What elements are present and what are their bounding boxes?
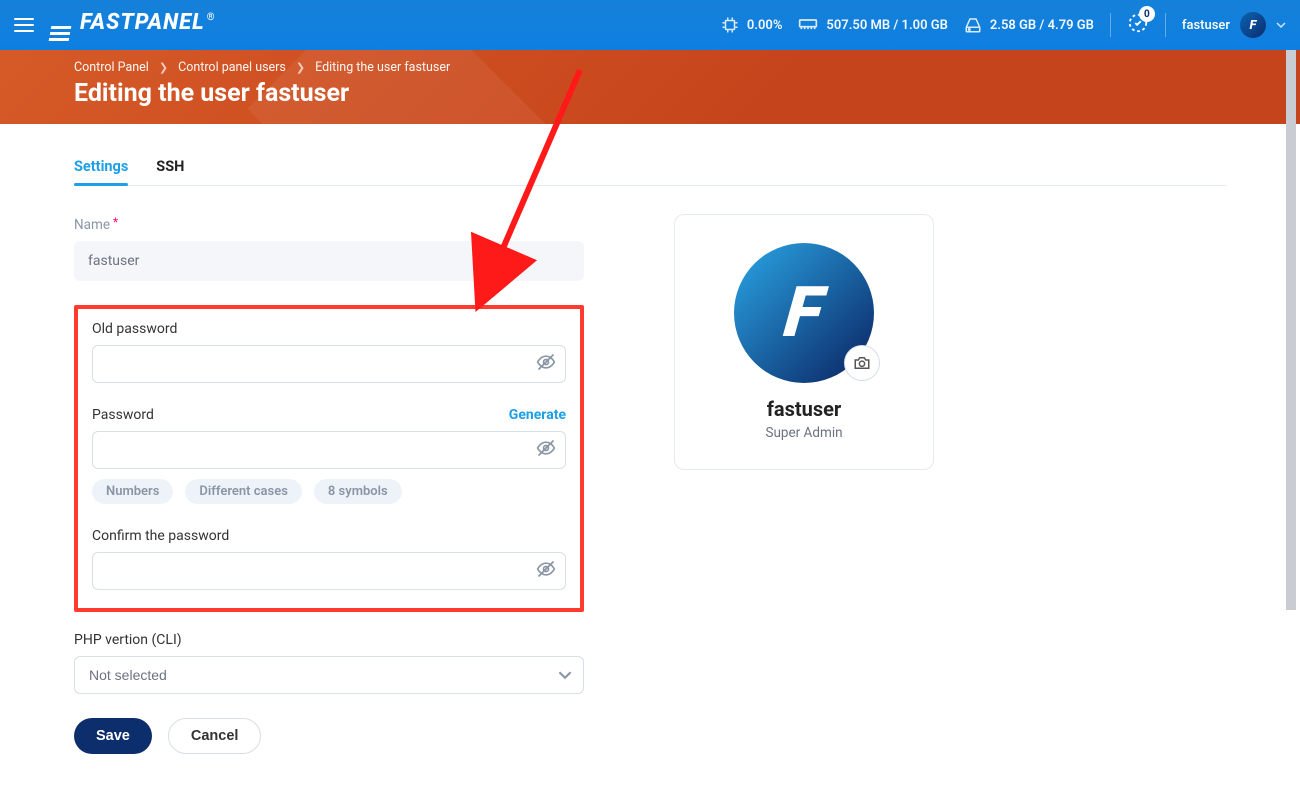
camera-icon xyxy=(853,354,871,372)
chevron-right-icon: ❯ xyxy=(296,61,305,74)
name-field: Name* fastuser xyxy=(74,214,584,281)
breadcrumb-item[interactable]: Control panel users xyxy=(178,60,286,75)
ram-stat[interactable]: 507.50 MB / 1.00 GB xyxy=(798,18,947,33)
ram-icon xyxy=(798,18,818,32)
old-password-input[interactable] xyxy=(92,345,566,383)
page-header: Control Panel ❯ Control panel users ❯ Ed… xyxy=(0,50,1300,124)
current-user-menu[interactable]: fastuser F xyxy=(1182,12,1286,38)
brand-logo[interactable]: FASTPANEL® xyxy=(50,10,216,41)
brand-mark: ® xyxy=(207,12,216,23)
toggle-visibility-icon[interactable] xyxy=(536,438,556,462)
topbar-separator xyxy=(1110,13,1111,37)
tab-ssh[interactable]: SSH xyxy=(156,148,184,185)
notif-badge: 0 xyxy=(1139,6,1155,22)
logo-stripes-icon xyxy=(49,26,72,41)
cpu-icon xyxy=(721,16,739,34)
ram-value: 507.50 MB / 1.00 GB xyxy=(826,18,947,33)
menu-icon[interactable] xyxy=(14,18,34,32)
tabs: Settings SSH xyxy=(74,148,1226,186)
name-input: fastuser xyxy=(74,241,584,281)
disk-value: 2.58 GB / 4.79 GB xyxy=(990,18,1094,33)
page-title: Editing the user fastuser xyxy=(74,79,1226,108)
toggle-visibility-icon[interactable] xyxy=(536,559,556,583)
password-field: Password Generate Numbers Different case… xyxy=(92,407,566,504)
chip-symbols: 8 symbols xyxy=(314,479,402,504)
chip-cases: Different cases xyxy=(185,479,301,504)
confirm-password-field: Confirm the password xyxy=(92,528,566,590)
breadcrumb-item[interactable]: Control Panel xyxy=(74,60,149,75)
card-user-name: fastuser xyxy=(695,397,913,421)
user-avatar: F xyxy=(734,243,874,383)
cancel-button[interactable]: Cancel xyxy=(168,718,262,754)
field-label: Name xyxy=(74,217,110,233)
field-label: Old password xyxy=(92,321,566,337)
cpu-value: 0.00% xyxy=(747,18,783,33)
cpu-stat[interactable]: 0.00% xyxy=(721,16,783,34)
brand-text: FASTPANEL xyxy=(80,10,205,35)
toggle-visibility-icon[interactable] xyxy=(536,352,556,376)
card-user-role: Super Admin xyxy=(695,425,913,441)
password-section-highlight: Old password Password Generate xyxy=(74,305,584,612)
field-label: Confirm the password xyxy=(92,528,566,544)
settings-form: Name* fastuser Old password xyxy=(74,214,584,754)
avatar-letter: F xyxy=(781,272,827,354)
chevron-right-icon: ❯ xyxy=(159,61,168,74)
change-avatar-button[interactable] xyxy=(844,345,880,381)
chip-numbers: Numbers xyxy=(92,479,173,504)
disk-icon xyxy=(964,16,982,34)
php-field: PHP vertion (CLI) xyxy=(74,632,584,694)
password-input[interactable] xyxy=(92,431,566,469)
vertical-scrollbar[interactable] xyxy=(1284,50,1298,800)
save-button[interactable]: Save xyxy=(74,718,152,754)
php-select[interactable] xyxy=(74,656,584,694)
content: Settings SSH Name* fastuser Old password xyxy=(0,124,1300,778)
user-card: F fastuser Super Admin xyxy=(674,214,934,470)
field-label: PHP vertion (CLI) xyxy=(74,632,584,648)
chevron-down-icon xyxy=(1276,20,1286,30)
current-user-name: fastuser xyxy=(1182,18,1230,33)
chevron-down-icon xyxy=(558,668,572,682)
old-password-field: Old password xyxy=(92,321,566,383)
avatar-icon: F xyxy=(1240,12,1266,38)
breadcrumb: Control Panel ❯ Control panel users ❯ Ed… xyxy=(74,60,1226,75)
disk-stat[interactable]: 2.58 GB / 4.79 GB xyxy=(964,16,1094,34)
password-hints: Numbers Different cases 8 symbols xyxy=(92,479,566,504)
generate-password-link[interactable]: Generate xyxy=(509,407,566,423)
field-label: Password xyxy=(92,407,154,423)
tab-settings[interactable]: Settings xyxy=(74,148,128,185)
notifications-button[interactable]: 0 xyxy=(1127,12,1149,38)
topbar-separator xyxy=(1165,13,1166,37)
required-mark: * xyxy=(113,215,118,229)
breadcrumb-item: Editing the user fastuser xyxy=(315,60,450,75)
confirm-password-input[interactable] xyxy=(92,552,566,590)
topbar: FASTPANEL® 0.00% 507.50 MB / 1.00 GB 2.5… xyxy=(0,0,1300,50)
